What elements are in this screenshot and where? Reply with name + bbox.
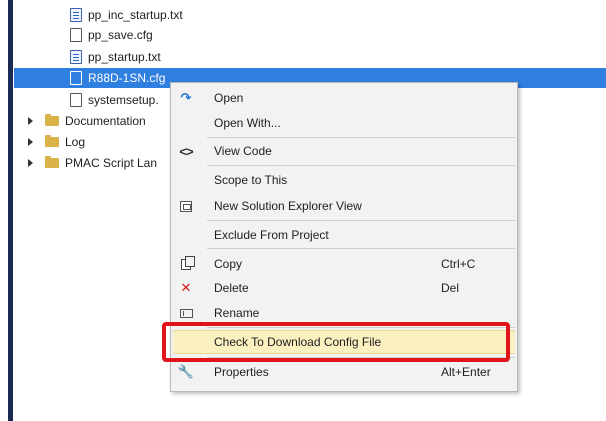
expand-arrow-icon[interactable] [28,138,33,146]
menu-item-scope-to-this[interactable]: Scope to This [171,168,517,192]
menu-separator [207,137,515,138]
menu-separator [207,165,515,166]
code-brackets-icon: <> [179,143,193,159]
menu-item-label: New Solution Explorer View [214,199,362,213]
menu-item-label: Open [214,91,244,105]
tree-item-label: pp_save.cfg [88,28,153,42]
menu-separator [207,220,515,221]
menu-item-label: Scope to This [214,173,288,187]
text-file-icon [70,50,82,64]
tree-item-label: pp_startup.txt [88,50,161,64]
rename-icon [177,304,195,322]
expand-arrow-icon[interactable] [28,117,33,125]
menu-item-label: Open With... [214,116,281,130]
menu-item-delete[interactable]: ✕ Delete Del [171,276,517,300]
menu-item-shortcut: Alt+Enter [441,365,491,379]
menu-item-view-code[interactable]: <> View Code [171,139,517,163]
file-icon [70,93,82,107]
menu-item-shortcut: Del [441,281,460,295]
expand-arrow-icon[interactable] [28,159,33,167]
menu-item-open[interactable]: ↷ Open [171,86,517,110]
tree-item-pp-startup[interactable]: pp_startup.txt [14,47,606,67]
tree-item-label: R88D-1SN.cfg [88,71,166,85]
folder-icon [45,114,59,126]
menu-item-new-solution-explorer-view[interactable]: New Solution Explorer View [171,194,517,218]
wrench-icon: 🔧 [177,364,195,379]
folder-icon [45,156,59,168]
tree-item-label: pp_inc_startup.txt [88,8,183,22]
menu-item-shortcut: Ctrl+C [441,257,476,271]
tree-item-label: systemsetup. [88,93,159,107]
menu-item-properties[interactable]: 🔧 Properties Alt+Enter [171,360,517,384]
menu-item-label: Delete [214,281,249,295]
callout-highlight-box [162,322,510,362]
tree-item-label: Documentation [65,114,146,128]
menu-item-label: Exclude From Project [214,228,329,242]
menu-item-open-with[interactable]: Open With... [171,111,517,135]
open-arrow-icon: ↷ [180,90,192,105]
text-file-icon [70,8,82,22]
delete-x-icon: ✕ [180,280,192,295]
menu-separator [207,248,515,249]
copy-icon [177,255,195,273]
tree-item-pp-save[interactable]: pp_save.cfg [14,25,606,45]
file-icon [70,71,82,85]
menu-item-label: Copy [214,257,243,271]
menu-item-label: Properties [214,365,269,379]
tree-item-label: Log [65,135,86,149]
folder-icon [45,135,59,147]
menu-item-copy[interactable]: Copy Ctrl+C [171,252,517,276]
tree-item-label: PMAC Script Lan [65,156,158,170]
menu-item-label: Rename [214,306,260,320]
solution-explorer-icon [177,197,195,215]
left-accent-bar [8,0,13,421]
file-icon [70,28,82,42]
menu-item-exclude-from-project[interactable]: Exclude From Project [171,223,517,247]
menu-item-label: View Code [214,144,272,158]
tree-item-pp-inc-startup[interactable]: pp_inc_startup.txt [14,5,606,25]
